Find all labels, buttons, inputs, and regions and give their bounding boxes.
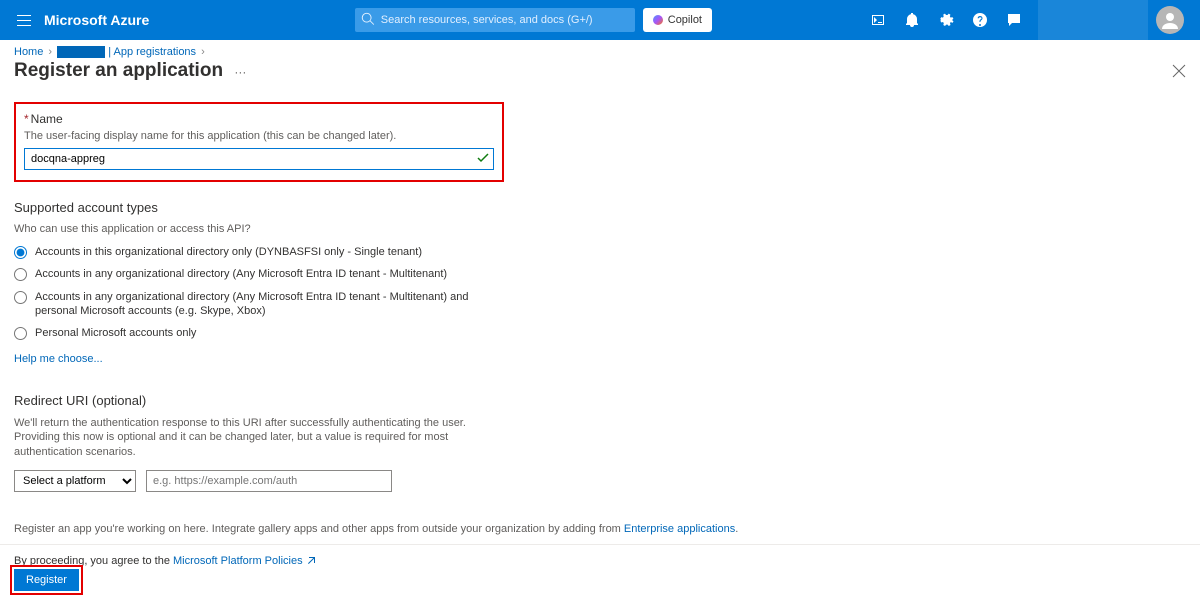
copilot-button[interactable]: Copilot bbox=[643, 8, 712, 32]
cloud-shell-icon[interactable] bbox=[862, 4, 894, 36]
register-button[interactable]: Register bbox=[14, 569, 79, 591]
feedback-icon[interactable] bbox=[998, 4, 1030, 36]
radio-single-tenant[interactable] bbox=[14, 246, 27, 259]
policy-link[interactable]: Microsoft Platform Policies bbox=[173, 555, 303, 567]
radio-personal[interactable] bbox=[14, 327, 27, 340]
copilot-label: Copilot bbox=[668, 14, 702, 26]
radio-multitenant-label: Accounts in any organizational directory… bbox=[35, 267, 447, 281]
help-me-choose-link[interactable]: Help me choose... bbox=[14, 353, 103, 365]
breadcrumb: Home › | App registrations › bbox=[0, 40, 1200, 60]
account-types-title: Supported account types bbox=[14, 200, 1186, 215]
app-name-input[interactable] bbox=[24, 148, 494, 170]
copilot-icon bbox=[653, 15, 663, 25]
top-bar: Microsoft Azure Copilot bbox=[0, 0, 1200, 40]
more-icon[interactable]: ··· bbox=[234, 65, 246, 79]
chevron-right-icon: › bbox=[201, 46, 205, 58]
radio-multitenant[interactable] bbox=[14, 268, 27, 281]
user-avatar[interactable] bbox=[1156, 6, 1184, 34]
external-link-icon bbox=[306, 556, 316, 566]
divider bbox=[0, 544, 1200, 545]
notifications-icon[interactable] bbox=[896, 4, 928, 36]
name-section-highlight: *Name The user-facing display name for t… bbox=[14, 102, 504, 182]
page-header: Register an application ··· bbox=[0, 60, 1200, 90]
global-search[interactable] bbox=[355, 8, 635, 32]
page-title: Register an application bbox=[14, 60, 223, 81]
help-icon[interactable] bbox=[964, 4, 996, 36]
radio-single-tenant-label: Accounts in this organizational director… bbox=[35, 245, 422, 259]
redirect-title: Redirect URI (optional) bbox=[14, 393, 1186, 408]
platform-select[interactable]: Select a platform bbox=[14, 470, 136, 492]
redirect-desc: We'll return the authentication response… bbox=[14, 416, 484, 461]
brand-label: Microsoft Azure bbox=[44, 12, 149, 28]
search-icon bbox=[361, 12, 375, 26]
radio-multitenant-personal[interactable] bbox=[14, 291, 27, 304]
breadcrumb-home[interactable]: Home bbox=[14, 46, 43, 58]
chevron-right-icon: › bbox=[48, 46, 52, 58]
account-types-subtitle: Who can use this application or access t… bbox=[14, 223, 1186, 235]
settings-icon[interactable] bbox=[930, 4, 962, 36]
radio-personal-label: Personal Microsoft accounts only bbox=[35, 326, 196, 340]
check-icon bbox=[477, 152, 489, 164]
account-panel[interactable] bbox=[1038, 0, 1148, 40]
close-icon[interactable] bbox=[1172, 64, 1186, 78]
enterprise-apps-link[interactable]: Enterprise applications bbox=[624, 523, 735, 535]
radio-multitenant-personal-label: Accounts in any organizational directory… bbox=[35, 290, 495, 319]
breadcrumb-appreg[interactable]: | App registrations bbox=[108, 46, 196, 58]
topbar-actions bbox=[862, 4, 1030, 36]
name-label: *Name bbox=[24, 112, 494, 126]
footer-note: Register an app you're working on here. … bbox=[14, 523, 738, 535]
breadcrumb-tenant[interactable] bbox=[57, 46, 105, 58]
search-input[interactable] bbox=[355, 8, 635, 32]
redirect-uri-input[interactable] bbox=[146, 470, 392, 492]
register-highlight: Register bbox=[10, 565, 83, 595]
name-help: The user-facing display name for this ap… bbox=[24, 130, 494, 142]
account-types-radios: Accounts in this organizational director… bbox=[14, 245, 1186, 340]
menu-icon[interactable] bbox=[8, 4, 40, 36]
